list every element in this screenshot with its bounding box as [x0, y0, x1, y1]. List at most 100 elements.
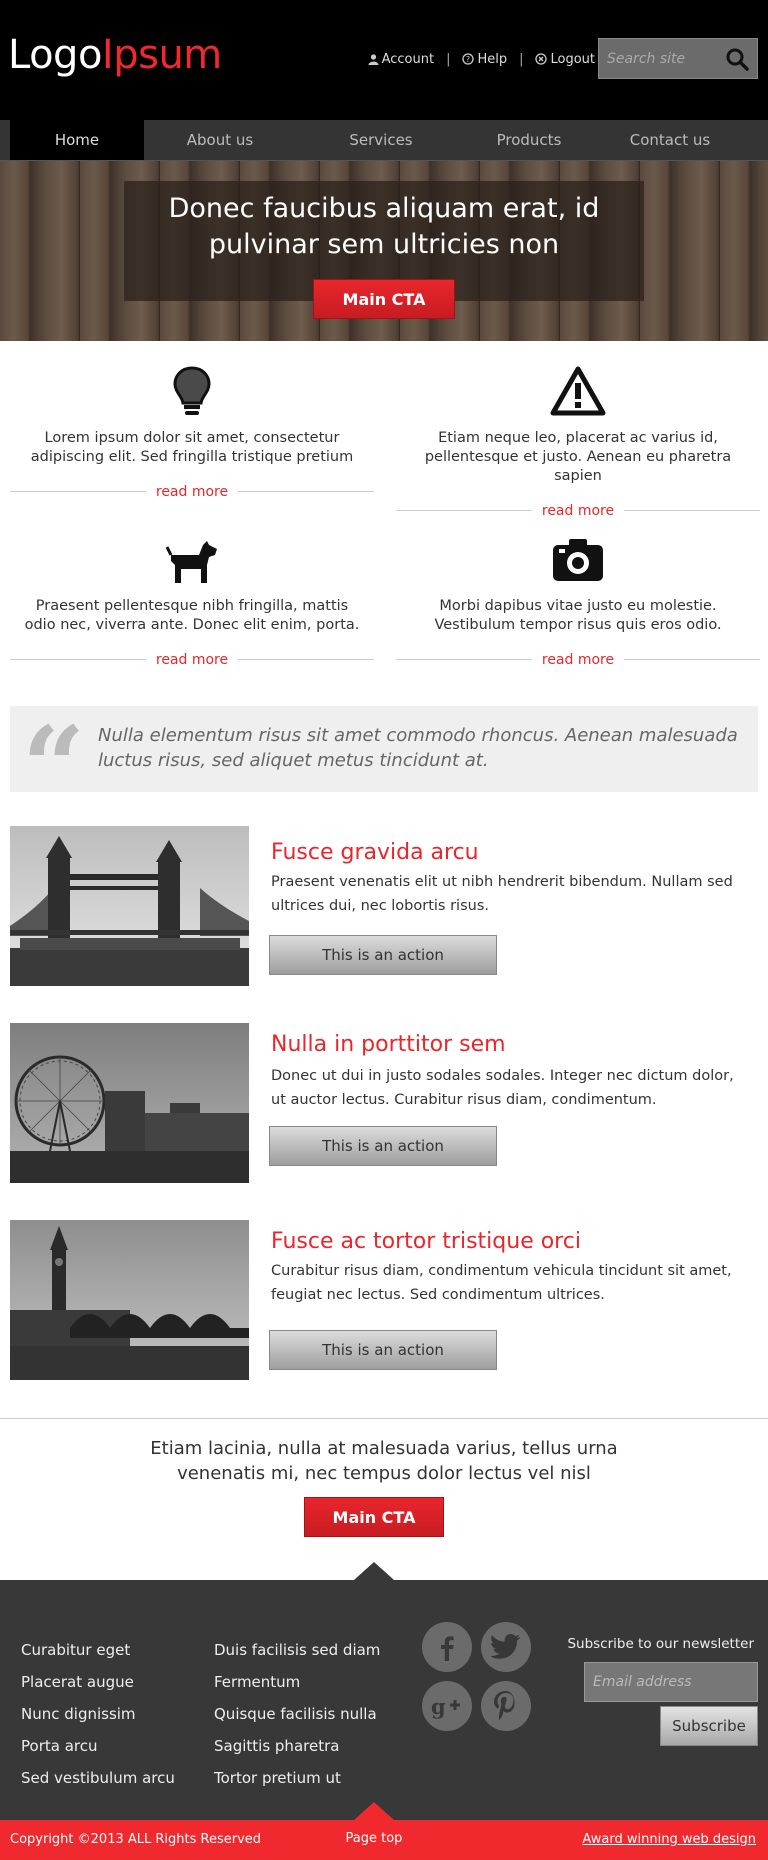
search-box	[598, 38, 758, 79]
read-more-link[interactable]: read more	[145, 652, 239, 668]
nav-item-about-us[interactable]: About us	[144, 120, 296, 160]
article-title[interactable]: Nulla in porttitor sem	[271, 1031, 506, 1059]
feature-text: Morbi dapibus vitae justo eu molestie. V…	[434, 598, 722, 633]
footer-link[interactable]: Quisque facilisis nulla	[214, 1698, 380, 1730]
footer-link[interactable]: Fermentum	[214, 1666, 380, 1698]
logout-icon	[535, 53, 548, 65]
search-icon[interactable]	[725, 47, 749, 71]
hero-banner: Donec faucibus aliquam erat, id pulvinar…	[0, 161, 768, 341]
footer-notch	[354, 1562, 394, 1580]
award-link[interactable]: Award winning web design	[582, 1820, 756, 1860]
hero-title: Donec faucibus aliquam erat, id pulvinar…	[124, 191, 644, 263]
subscribe-button[interactable]: Subscribe	[660, 1706, 758, 1746]
dog-icon	[165, 541, 217, 583]
link-separator: |	[446, 51, 451, 67]
article-action-button[interactable]: This is an action	[269, 935, 497, 975]
read-more-row: read more	[396, 500, 760, 520]
bottom-cta-text: Etiam lacinia, nulla at malesuada varius…	[150, 1438, 618, 1484]
email-field	[584, 1662, 758, 1702]
nav-item-contact-us[interactable]: Contact us	[592, 120, 748, 160]
article-item: Fusce ac tortor tristique orci Curabitur…	[10, 1220, 758, 1380]
hero-title-line1: Donec faucibus aliquam erat, id	[168, 193, 600, 224]
help-link-label: Help	[477, 51, 508, 67]
footer-link[interactable]: Porta arcu	[21, 1730, 175, 1762]
lightbulb-icon	[173, 366, 211, 415]
article-title[interactable]: Fusce ac tortor tristique orci	[271, 1228, 581, 1256]
article-thumbnail[interactable]	[10, 1023, 249, 1183]
article-text: Curabitur risus diam, condimentum vehicu…	[271, 1263, 732, 1303]
read-more-link[interactable]: read more	[531, 652, 625, 668]
logout-link[interactable]: Logout	[535, 52, 595, 67]
feature-text: Praesent pellentesque nibh fringilla, ma…	[24, 598, 360, 633]
read-more-link[interactable]: read more	[145, 484, 239, 500]
site-footer: Curabitur eget Placerat augue Nunc digni…	[0, 1562, 768, 1820]
article-action-button[interactable]: This is an action	[269, 1330, 497, 1370]
article-text: Praesent venenatis elit ut nibh hendreri…	[271, 874, 733, 914]
testimonial-quote: “ Nulla elementum risus sit amet commodo…	[10, 706, 758, 822]
footer-column: Curabitur eget Placerat augue Nunc digni…	[21, 1634, 175, 1794]
nav-item-products[interactable]: Products	[466, 120, 592, 160]
article-thumbnail[interactable]	[10, 1220, 249, 1380]
help-link[interactable]: ? Help	[462, 52, 507, 67]
google-plus-icon[interactable]: g	[422, 1681, 472, 1731]
copyright-bar: Copyright ©2013 ALL Rights Reserved Page…	[0, 1802, 768, 1860]
logo-text-part1: Logo	[8, 32, 102, 78]
quote-mark-icon: “	[22, 702, 86, 831]
top-links: Account | ? Help | Logout	[368, 50, 595, 68]
feature-block: Morbi dapibus vitae justo eu molestie. V…	[396, 533, 760, 669]
help-icon: ?	[462, 53, 475, 65]
page-top-notch	[354, 1802, 394, 1820]
site-header: LogoIpsum Account | ? Help | Logout	[0, 0, 768, 120]
search-input[interactable]	[599, 39, 717, 78]
copyright-text: Copyright ©2013 ALL Rights Reserved	[10, 1832, 262, 1847]
article-text: Donec ut dui in justo sodales sodales. I…	[271, 1068, 734, 1108]
feature-block: Lorem ipsum dolor sit amet, consectetur …	[10, 365, 374, 501]
warning-icon	[550, 366, 606, 416]
section-divider	[0, 1418, 768, 1419]
pinterest-icon[interactable]	[481, 1681, 531, 1731]
footer-link[interactable]: Duis facilisis sed diam	[214, 1634, 380, 1666]
facebook-icon[interactable]	[422, 1622, 472, 1672]
site-logo[interactable]: LogoIpsum	[8, 31, 222, 79]
feature-block: Praesent pellentesque nibh fringilla, ma…	[10, 533, 374, 669]
user-icon	[368, 53, 379, 65]
nav-item-home[interactable]: Home	[10, 120, 144, 160]
hero-title-line2: pulvinar sem ultricies non	[208, 229, 560, 260]
footer-link[interactable]: Sagittis pharetra	[214, 1730, 380, 1762]
article-action-button[interactable]: This is an action	[269, 1126, 497, 1166]
logo-text-part2: Ipsum	[101, 32, 222, 78]
read-more-row: read more	[10, 649, 374, 669]
nav-item-services[interactable]: Services	[296, 120, 466, 160]
read-more-link[interactable]: read more	[531, 503, 625, 519]
svg-text:g: g	[431, 1694, 446, 1719]
svg-text:?: ?	[466, 55, 470, 64]
account-link[interactable]: Account	[368, 51, 435, 67]
feature-block: Etiam neque leo, placerat ac varius id, …	[396, 365, 760, 520]
link-separator: |	[519, 51, 524, 67]
twitter-icon[interactable]	[481, 1622, 531, 1672]
page-top-link[interactable]: Page top	[340, 1820, 408, 1858]
feature-text: Etiam neque leo, placerat ac varius id, …	[424, 430, 732, 484]
footer-link[interactable]: Sed vestibulum arcu	[21, 1762, 175, 1794]
account-link-label: Account	[381, 51, 435, 67]
newsletter-label: Subscribe to our newsletter	[567, 1636, 754, 1652]
hero-cta-button[interactable]: Main CTA	[313, 279, 455, 319]
read-more-row: read more	[10, 481, 374, 501]
article-thumbnail[interactable]	[10, 826, 249, 986]
main-nav: Home About us Services Products Contact …	[0, 120, 768, 161]
bottom-cta-button[interactable]: Main CTA	[304, 1497, 444, 1537]
footer-link[interactable]: Tortor pretium ut	[214, 1762, 380, 1794]
email-input[interactable]	[585, 1663, 757, 1701]
article-item: Nulla in porttitor sem Donec ut dui in j…	[10, 1023, 758, 1183]
footer-link[interactable]: Nunc dignissim	[21, 1698, 175, 1730]
footer-column: Duis facilisis sed diam Fermentum Quisqu…	[214, 1634, 380, 1794]
logout-link-label: Logout	[550, 51, 595, 67]
camera-icon	[553, 539, 603, 581]
article-item: Fusce gravida arcu Praesent venenatis el…	[10, 826, 758, 986]
footer-link[interactable]: Placerat augue	[21, 1666, 175, 1698]
feature-text: Lorem ipsum dolor sit amet, consectetur …	[30, 430, 354, 465]
article-title[interactable]: Fusce gravida arcu	[271, 839, 479, 867]
quote-text: Nulla elementum risus sit amet commodo r…	[98, 725, 738, 771]
read-more-row: read more	[396, 649, 760, 669]
footer-link[interactable]: Curabitur eget	[21, 1634, 175, 1666]
